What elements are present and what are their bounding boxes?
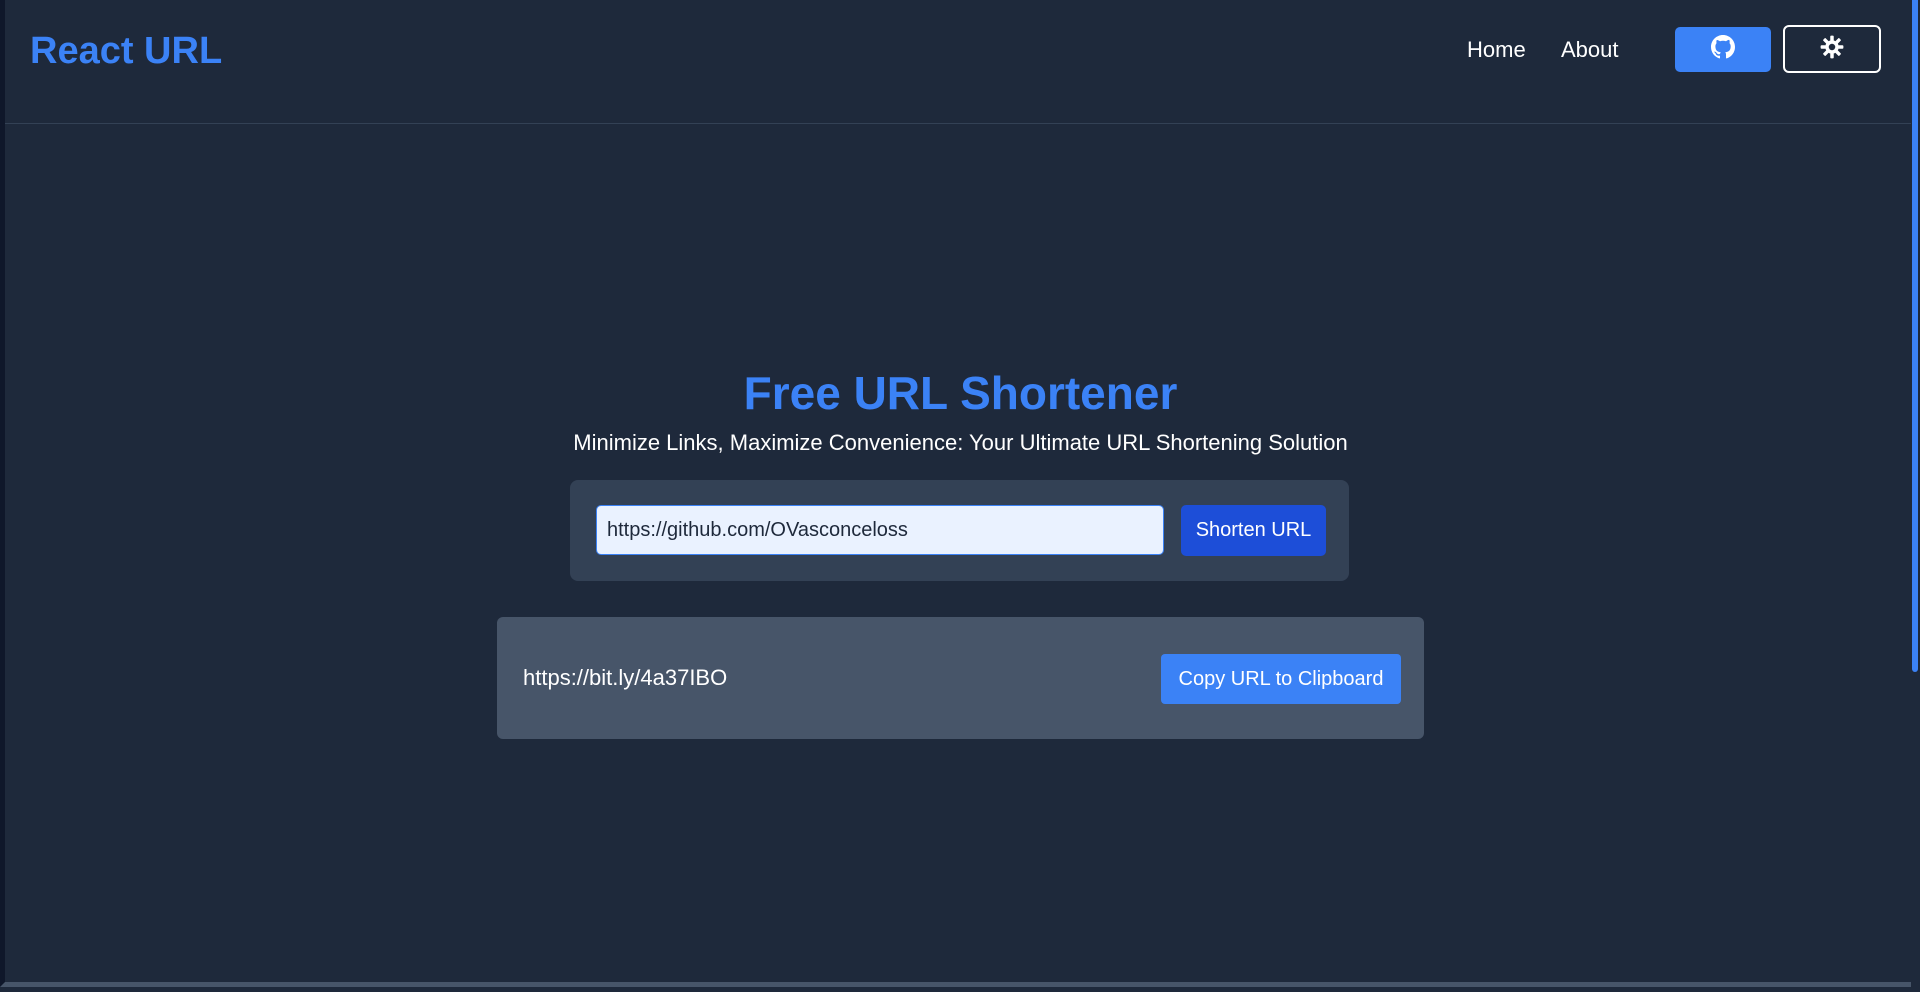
github-icon: [1711, 35, 1735, 64]
top-navbar: React URL Home About: [5, 0, 1911, 124]
shorten-url-button[interactable]: Shorten URL: [1181, 505, 1326, 556]
short-url-text: https://bit.ly/4a37IBO: [523, 665, 728, 690]
url-input[interactable]: [596, 505, 1164, 555]
brand-logo[interactable]: React URL: [30, 28, 222, 74]
copy-url-button[interactable]: Copy URL to Clipboard: [1161, 654, 1401, 704]
page-title: Free URL Shortener: [743, 367, 1178, 419]
result-card: https://bit.ly/4a37IBO Copy URL to Clipb…: [497, 617, 1424, 739]
scrollbar-thumb[interactable]: [1912, 0, 1918, 672]
github-button[interactable]: [1675, 27, 1771, 72]
theme-toggle-button[interactable]: [1783, 25, 1881, 73]
nav-link-home[interactable]: Home: [1467, 36, 1526, 64]
page-subtitle: Minimize Links, Maximize Convenience: Yo…: [573, 430, 1348, 455]
app-window: React URL Home About Free URL Shortener …: [0, 0, 1911, 987]
shorten-form: Shorten URL: [570, 480, 1349, 581]
scrollbar[interactable]: [1911, 0, 1920, 992]
gear-icon: [1819, 34, 1845, 65]
nav-link-about[interactable]: About: [1561, 36, 1619, 64]
